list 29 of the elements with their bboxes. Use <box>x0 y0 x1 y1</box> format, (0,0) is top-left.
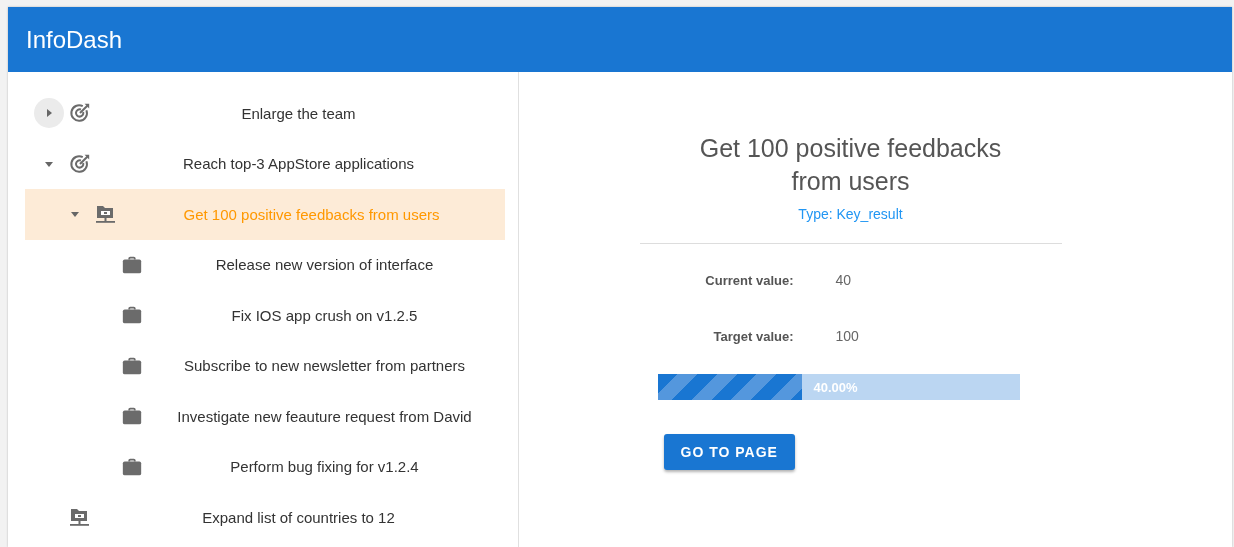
tree-item-label: Fix IOS app crush on v1.2.5 <box>230 306 419 324</box>
field-value: 100 <box>835 328 859 344</box>
target-icon <box>69 102 91 125</box>
detail-title: Get 100 positive feedbacks from users <box>698 133 1003 197</box>
app-title: InfoDash <box>26 25 123 54</box>
caret-icon[interactable] <box>34 98 64 129</box>
tree-item[interactable]: Expand list of countries to 12 <box>25 492 505 543</box>
tree-item-label: Subscribe to new newsletter from partners <box>183 357 466 375</box>
target-icon <box>69 152 91 175</box>
tree-item-label: Get 100 positive feedbacks from users <box>182 205 441 223</box>
tree-item-label: Reach top-3 AppStore applications <box>182 155 415 173</box>
type-label: Type: Key_result <box>797 206 904 222</box>
tree-item[interactable]: Reach top-3 AppStore applications <box>25 138 505 189</box>
tree-item-label: Investigate new feauture request from David <box>176 407 473 425</box>
field-label: Target value: <box>712 328 794 344</box>
tree-item-label: Perform bug fixing for v1.2.4 <box>229 458 420 476</box>
progress-label: 40.00% <box>813 380 858 395</box>
tree-item[interactable]: Investigate new feauture request from David <box>25 391 505 442</box>
tree-item[interactable]: Fix IOS app crush on v1.2.5 <box>25 290 505 341</box>
tree-item-label: Release new version of interface <box>214 256 435 274</box>
tree-item[interactable]: Perform bug fixing for v1.2.4 <box>25 441 505 492</box>
tree-item-label: Expand list of countries to 12 <box>201 508 396 526</box>
tree-item[interactable]: Subscribe to new newsletter from partners <box>25 340 505 391</box>
tree-item[interactable]: Enlarge the team <box>25 88 505 139</box>
tree-item-label: Enlarge the team <box>240 104 357 122</box>
field-label: Current value: <box>704 272 794 288</box>
tree-item[interactable]: Release new version of interface <box>25 239 505 290</box>
go-to-page-button[interactable]: GO TO PAGE <box>663 434 795 470</box>
field-value: 40 <box>835 272 852 288</box>
